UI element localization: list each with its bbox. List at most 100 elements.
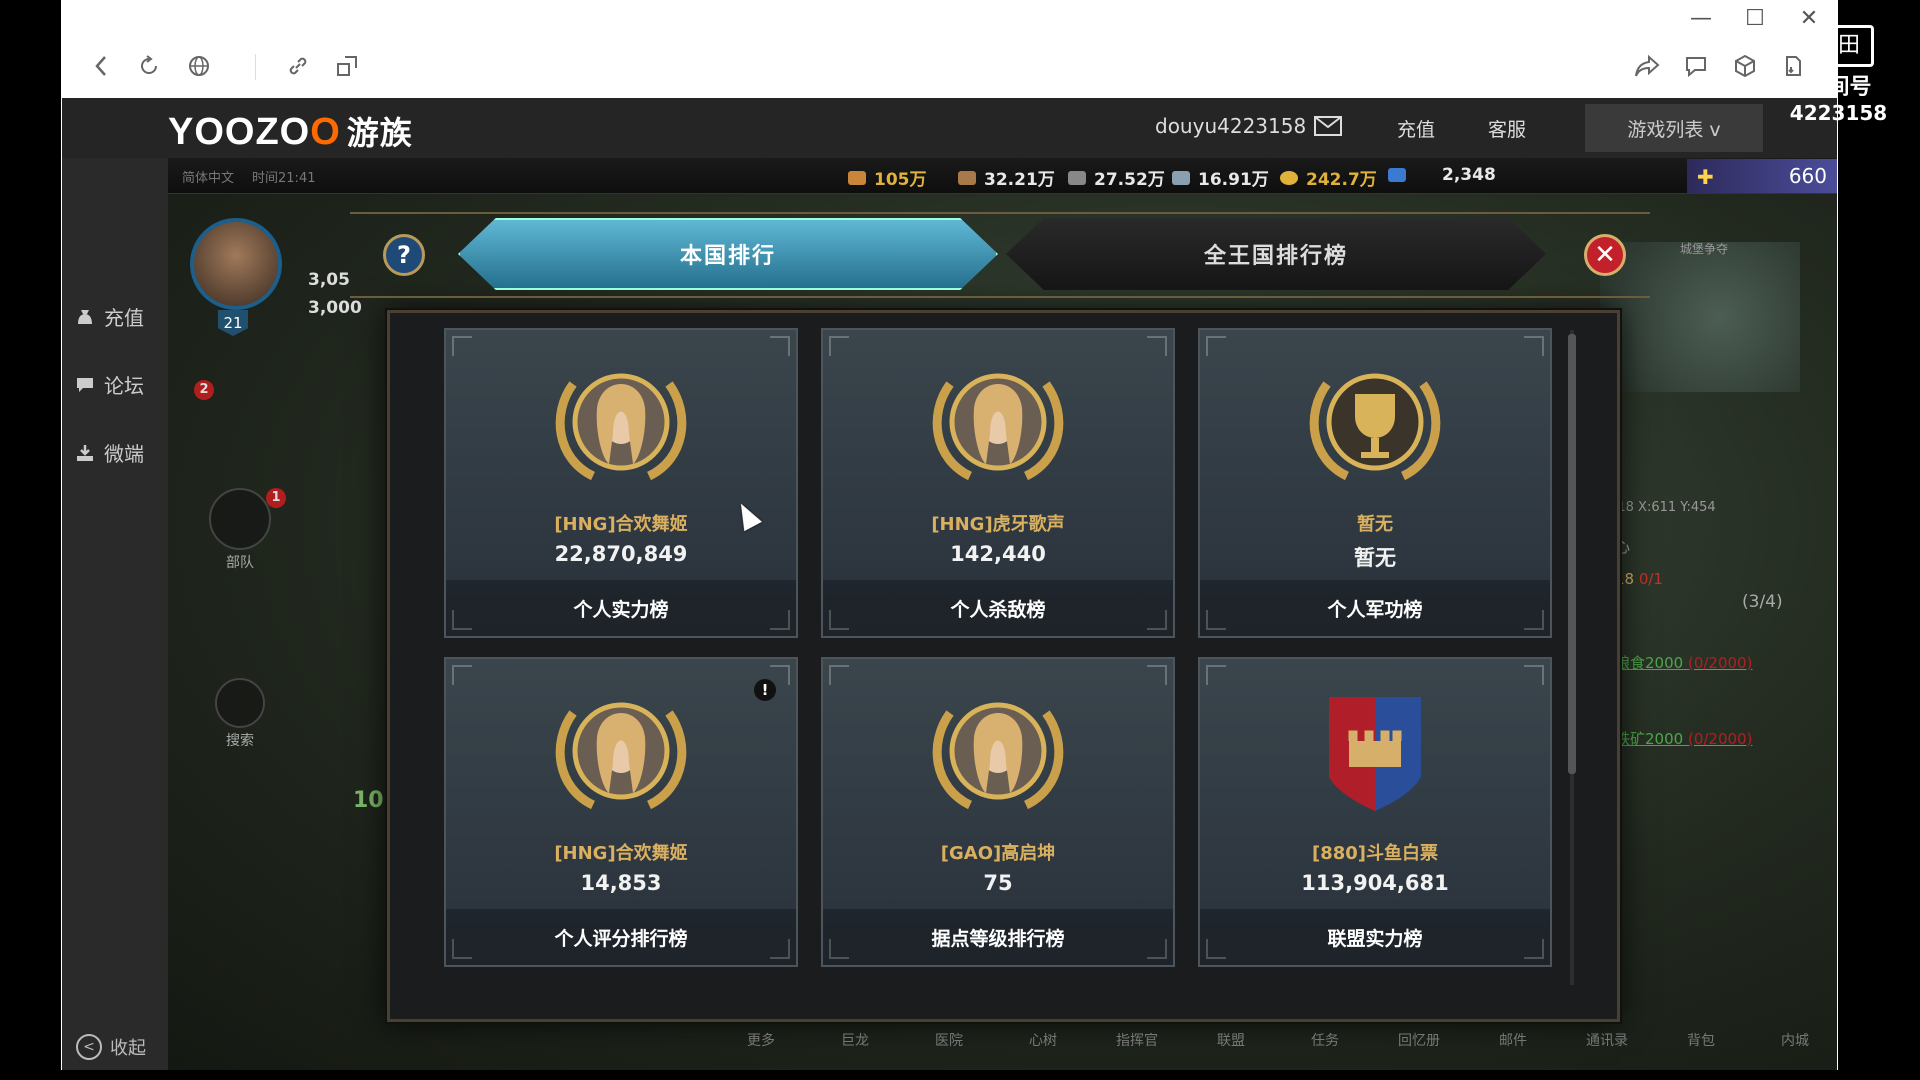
menu-hospital[interactable]: 医院 [902, 1030, 996, 1050]
close-modal-button[interactable]: ✕ [1584, 234, 1626, 276]
header-service-link[interactable]: 客服 [1488, 115, 1526, 142]
menu-bag[interactable]: 背包 [1654, 1030, 1748, 1050]
menu-memories[interactable]: 回忆册 [1372, 1030, 1466, 1050]
room-number: 4223158 [1789, 101, 1888, 125]
reload-icon[interactable] [131, 48, 167, 84]
rank-card-value: 14,853 [580, 871, 662, 895]
sidebar-item-label: 微端 [104, 442, 144, 466]
task-iron-progress: (0/2000) [1687, 730, 1753, 748]
game-list-dropdown[interactable]: 游戏列表 v [1585, 104, 1763, 152]
search-button[interactable]: 搜索 [202, 678, 278, 750]
stone-icon [1068, 170, 1086, 185]
rank-card-title: 个人实力榜 [446, 580, 796, 636]
quest-progress-red: 0/1 [1638, 570, 1663, 588]
logo-o: O [310, 111, 341, 153]
sidebar-item-recharge[interactable]: 充值 [74, 302, 144, 331]
rank-card-name[interactable]: [HNG]合欢舞姬 [446, 839, 796, 865]
hud-stat-energy: 3,05 [308, 270, 350, 290]
rank-card-title: 个人杀敌榜 [823, 580, 1173, 636]
menu-tree[interactable]: 心树 [996, 1030, 1090, 1050]
scroll-thumb[interactable] [1568, 334, 1576, 774]
language-label[interactable]: 简体中文 [182, 167, 234, 186]
link-icon[interactable] [280, 48, 316, 84]
resource-value: 16.91万 [1198, 170, 1269, 190]
minimize-button[interactable]: — [1690, 6, 1712, 31]
collapse-button[interactable]: < 收起 [76, 1034, 146, 1060]
resource-food[interactable]: 32.21万 [958, 165, 1055, 190]
laurel-portrait-icon [555, 373, 687, 481]
resource-crystal[interactable]: 2,348 [1388, 165, 1496, 185]
crystal-icon [1388, 168, 1406, 182]
modal-scrollbar[interactable] [1568, 330, 1576, 985]
resource-iron[interactable]: 16.91万 [1172, 165, 1269, 190]
rank-card-value: 75 [983, 871, 1013, 895]
rank-card-power[interactable]: [HNG]合欢舞姬 22,870,849 个人实力榜 [444, 328, 798, 638]
rank-card-name[interactable]: [HNG]虎牙歌声 [823, 510, 1173, 536]
rank-card-value: 暂无 [1354, 546, 1396, 570]
sidebar-item-microclient[interactable]: 微端 [74, 438, 144, 467]
player-avatar[interactable] [190, 218, 282, 310]
army-icon [209, 488, 271, 550]
rank-card-title: 个人军功榜 [1200, 580, 1550, 636]
back-icon[interactable] [83, 48, 119, 84]
menu-alliance[interactable]: 联盟 [1184, 1030, 1278, 1050]
left-sidebar: 充值 论坛 微端 < 收起 [62, 158, 168, 1070]
laurel-portrait-icon [932, 702, 1064, 810]
status-left: 简体中文 时间21:41 [182, 167, 315, 186]
rank-card-kills[interactable]: [HNG]虎牙歌声 142,440 个人杀敌榜 [821, 328, 1175, 638]
sidebar-item-label: 论坛 [104, 374, 144, 398]
right-hud-panel: 城堡争夺 国:18 X:611 Y:454 之心 2-18 0/1 (3/4) … [1600, 218, 1837, 838]
rank-card-name[interactable]: [GAO]高启坤 [823, 839, 1173, 865]
screenshot-icon[interactable] [329, 48, 365, 84]
menu-commander[interactable]: 指挥官 [1090, 1030, 1184, 1050]
rank-card-value: 22,870,849 [554, 542, 688, 566]
rank-card-name[interactable]: [880]斗鱼白票 [1200, 839, 1550, 865]
header-recharge-link[interactable]: 充值 [1397, 115, 1435, 142]
site-header: YOOZOO 游族 douyu4223158 充值 客服 游戏列表 v [62, 98, 1837, 158]
username: douyu4223158 [1155, 114, 1307, 138]
food-icon [958, 170, 976, 185]
resource-value: 27.52万 [1094, 170, 1165, 190]
menu-mail[interactable]: 邮件 [1466, 1030, 1560, 1050]
army-badge: 1 [266, 488, 286, 508]
trophy-icon [1309, 373, 1441, 481]
maximize-button[interactable]: ☐ [1744, 6, 1766, 31]
box-icon[interactable] [1727, 48, 1763, 84]
mail-icon[interactable] [1314, 116, 1343, 136]
army-label: 部队 [226, 555, 254, 571]
quest-title[interactable]: 之心 [1600, 536, 1790, 557]
menu-dragon[interactable]: 巨龙 [808, 1030, 902, 1050]
sidebar-item-forum[interactable]: 论坛 [74, 370, 144, 399]
iron-icon [1172, 170, 1190, 185]
menu-contacts[interactable]: 通讯录 [1560, 1030, 1654, 1050]
rank-card-merit[interactable]: 暂无 暂无 个人军功榜 [1198, 328, 1552, 638]
share-icon[interactable] [1629, 48, 1665, 84]
logo-cn: 游族 [346, 115, 413, 151]
menu-quest[interactable]: 任务 [1278, 1030, 1372, 1050]
resource-power[interactable]: 105万 [848, 165, 927, 190]
menu-more[interactable]: 更多 [714, 1030, 808, 1050]
comment-icon[interactable] [1678, 48, 1714, 84]
stream-overlay: 田 房间号 4223158 [1786, 25, 1891, 125]
resource-gold[interactable]: 242.7万 [1280, 165, 1377, 190]
resource-stone[interactable]: 27.52万 [1068, 165, 1165, 190]
rank-card-name[interactable]: 暂无 [1200, 510, 1550, 536]
notification-badge: 2 [194, 380, 214, 400]
laurel-portrait-icon [932, 373, 1064, 481]
user-account[interactable]: douyu4223158 [1155, 114, 1343, 138]
task-food[interactable]: 集粮食2000 (0/2000) [1600, 652, 1790, 673]
rank-card-alliance[interactable]: [880]斗鱼白票 113,904,681 联盟实力榜 [1198, 657, 1552, 967]
gem-counter[interactable]: ✚ 660 [1687, 159, 1837, 193]
alert-icon[interactable]: ! [754, 679, 776, 701]
rank-card-score[interactable]: ! [HNG]合欢舞姬 14,853 个人评分排行榜 [444, 657, 798, 967]
help-button[interactable]: ? [383, 234, 425, 276]
menu-inner-city[interactable]: 内城 [1748, 1030, 1842, 1050]
yoozoo-logo[interactable]: YOOZOO 游族 [168, 108, 413, 154]
rank-card-stronghold[interactable]: [GAO]高启坤 75 据点等级排行榜 [821, 657, 1175, 967]
globe-icon[interactable] [181, 48, 217, 84]
toolbar-divider [255, 54, 256, 80]
tab-national-ranking[interactable]: 本国排行 [458, 218, 998, 290]
alliance-banner-icon [1329, 697, 1421, 811]
tab-all-kingdom-ranking[interactable]: 全王国排行榜 [1006, 218, 1546, 290]
task-iron[interactable]: 集铁矿2000 (0/2000) [1600, 728, 1790, 749]
